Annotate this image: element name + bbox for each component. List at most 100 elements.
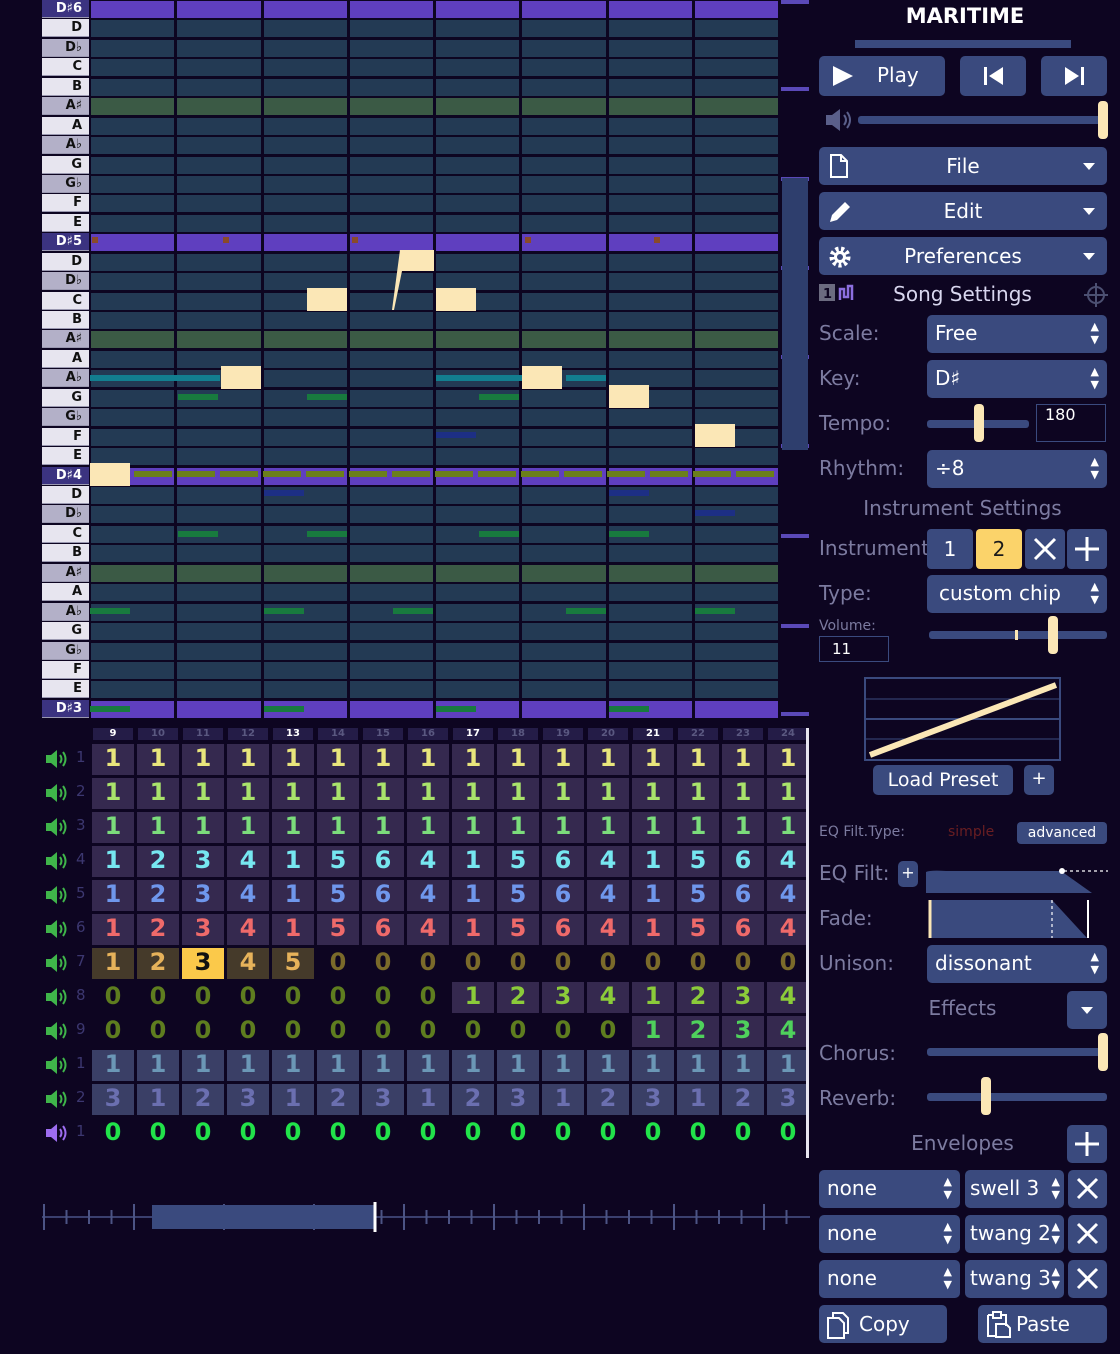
note[interactable]	[221, 366, 261, 389]
grid-cell[interactable]	[436, 234, 520, 252]
pattern-cell[interactable]: 5	[272, 948, 314, 979]
grid-cell[interactable]	[436, 681, 520, 699]
grid-cell[interactable]	[522, 642, 606, 660]
pattern-cell[interactable]: 0	[317, 948, 359, 979]
grid-cell[interactable]	[177, 117, 261, 135]
pattern-cell[interactable]: 0	[272, 982, 314, 1013]
pattern-cell[interactable]: 1	[542, 744, 584, 775]
speaker-icon[interactable]	[44, 782, 70, 804]
channel-header[interactable]: 1	[42, 1050, 90, 1080]
grid-cell[interactable]	[436, 642, 520, 660]
pattern-cell[interactable]: 3	[92, 1084, 134, 1115]
piano-key[interactable]: B	[42, 544, 89, 563]
pattern-cell[interactable]: 6	[722, 880, 764, 911]
grid-cell[interactable]	[91, 175, 175, 193]
pattern-cell[interactable]: 2	[317, 1084, 359, 1115]
grid-cell[interactable]	[177, 214, 261, 232]
piano-key[interactable]: G	[42, 622, 89, 641]
grid-cell[interactable]	[91, 623, 175, 641]
channel-header[interactable]: 4	[42, 846, 90, 876]
pattern-cell[interactable]: 1	[632, 1016, 674, 1047]
pattern-cell[interactable]: 1	[632, 778, 674, 809]
reverb-slider-track[interactable]	[927, 1093, 1107, 1101]
grid-cell[interactable]	[522, 525, 606, 543]
grid-cell[interactable]	[91, 98, 175, 116]
grid-cell[interactable]	[608, 137, 692, 155]
type-select[interactable]: custom chip ▲ ▼	[927, 575, 1107, 613]
channel-header[interactable]: 2	[42, 778, 90, 808]
grid-cell[interactable]	[91, 195, 175, 213]
grid-cell[interactable]	[694, 545, 778, 563]
pattern-cell[interactable]: 1	[182, 812, 224, 843]
pattern-cell[interactable]: 5	[677, 846, 719, 877]
speaker-icon[interactable]	[44, 986, 70, 1008]
pattern-cell[interactable]: 1	[587, 778, 629, 809]
piano-key[interactable]: C	[42, 58, 89, 77]
grid-cell[interactable]	[91, 525, 175, 543]
pattern-cell[interactable]: 2	[137, 880, 179, 911]
grid-cell[interactable]	[91, 156, 175, 174]
grid-cell[interactable]	[349, 389, 433, 407]
grid-cell[interactable]	[263, 234, 347, 252]
pattern-cell[interactable]: 0	[92, 982, 134, 1013]
grid-cell[interactable]	[263, 195, 347, 213]
grid-cell[interactable]	[608, 175, 692, 193]
grid-cell[interactable]	[608, 331, 692, 349]
pattern-cell[interactable]: 2	[587, 1084, 629, 1115]
pattern-cell[interactable]: 2	[182, 1084, 224, 1115]
pattern-cell[interactable]: 1	[92, 744, 134, 775]
grid-cell[interactable]	[522, 156, 606, 174]
pattern-cell[interactable]: 0	[632, 1118, 674, 1149]
grid-cell[interactable]	[349, 409, 433, 427]
grid-cell[interactable]	[177, 273, 261, 291]
fade-envelope[interactable]	[927, 898, 1091, 940]
grid-cell[interactable]	[263, 350, 347, 368]
pattern-cell[interactable]: 1	[587, 812, 629, 843]
grid-cell[interactable]	[694, 331, 778, 349]
grid-cell[interactable]	[177, 642, 261, 660]
pattern-cell[interactable]: 1	[227, 778, 269, 809]
grid-cell[interactable]	[436, 584, 520, 602]
grid-cell[interactable]	[91, 564, 175, 582]
grid-cell[interactable]	[177, 78, 261, 96]
pattern-cell[interactable]: 3	[722, 1016, 764, 1047]
grid-cell[interactable]	[436, 506, 520, 524]
grid-cell[interactable]	[177, 331, 261, 349]
grid-cell[interactable]	[608, 98, 692, 116]
preferences-menu[interactable]: Preferences	[819, 237, 1107, 275]
piano-key[interactable]: D♭	[42, 38, 89, 57]
pattern-cell[interactable]: 1	[362, 778, 404, 809]
speaker-icon[interactable]	[44, 748, 70, 770]
pattern-cell[interactable]: 1	[272, 744, 314, 775]
grid-cell[interactable]	[349, 661, 433, 679]
pattern-cell[interactable]: 5	[677, 880, 719, 911]
grid-cell[interactable]	[522, 623, 606, 641]
pattern-cell[interactable]: 0	[272, 1118, 314, 1149]
grid-cell[interactable]	[263, 137, 347, 155]
copy-button[interactable]: Copy	[819, 1305, 947, 1343]
pattern-cell[interactable]: 1	[452, 846, 494, 877]
grid-cell[interactable]	[263, 370, 347, 388]
grid-cell[interactable]	[91, 389, 175, 407]
pattern-cell[interactable]: 3	[632, 1084, 674, 1115]
grid-cell[interactable]	[608, 214, 692, 232]
grid-cell[interactable]	[349, 525, 433, 543]
grid-cell[interactable]	[349, 700, 433, 718]
grid-cell[interactable]	[694, 1, 778, 18]
piano-key[interactable]: A	[42, 349, 89, 368]
pattern-cell[interactable]: 1	[362, 744, 404, 775]
grid-cell[interactable]	[608, 681, 692, 699]
pattern-cell[interactable]: 1	[452, 812, 494, 843]
grid-cell[interactable]	[91, 273, 175, 291]
piano-key[interactable]: G	[42, 388, 89, 407]
pattern-cell[interactable]: 1	[542, 812, 584, 843]
grid-cell[interactable]	[694, 253, 778, 271]
grid-cell[interactable]	[177, 661, 261, 679]
piano-key[interactable]: A	[42, 116, 89, 135]
pattern-cell[interactable]: 1	[497, 812, 539, 843]
speaker-icon[interactable]	[44, 918, 70, 940]
pattern-cell[interactable]: 4	[587, 880, 629, 911]
pattern-cell[interactable]: 1	[272, 1084, 314, 1115]
pattern-cell[interactable]: 6	[722, 914, 764, 945]
grid-cell[interactable]	[91, 39, 175, 57]
